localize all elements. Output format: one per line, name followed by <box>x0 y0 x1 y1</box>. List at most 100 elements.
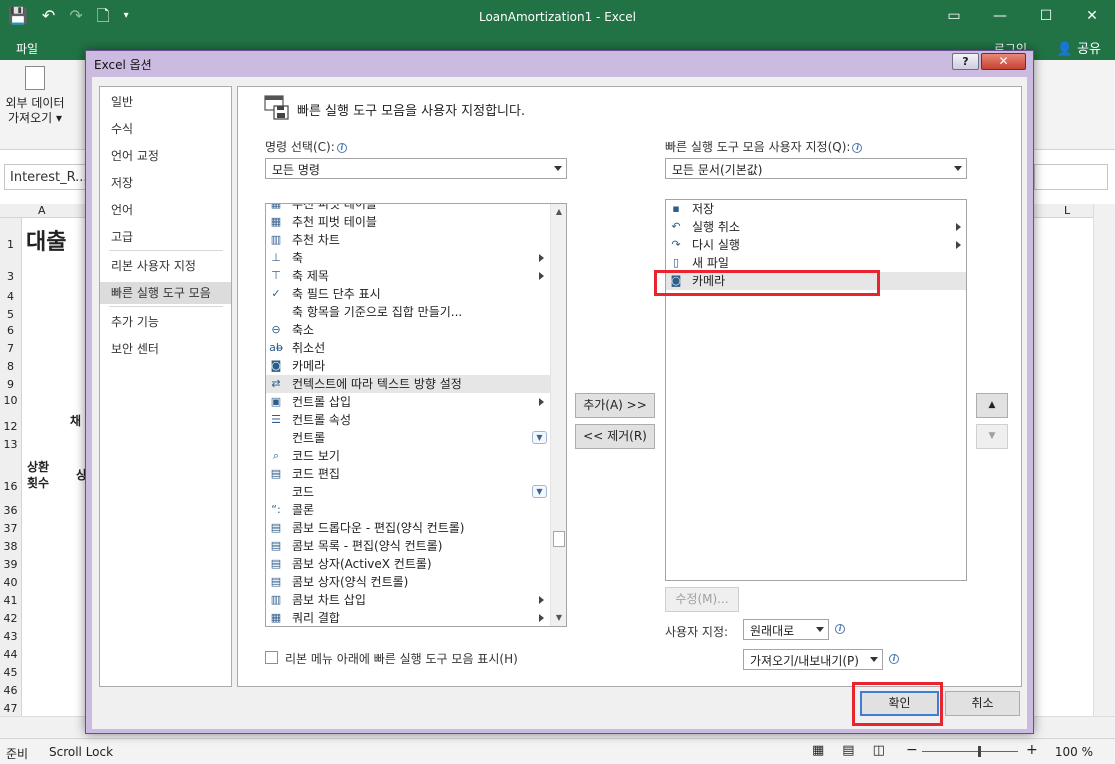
remove-button[interactable]: << 제거(R) <box>575 424 655 449</box>
command-item[interactable]: ☰ 컨트롤 속성 <box>266 411 550 429</box>
command-item[interactable]: ⌕ 코드 보기 <box>266 447 550 465</box>
ok-button[interactable]: 확인 <box>860 691 939 716</box>
zoom-level[interactable]: 100 % <box>1055 745 1093 759</box>
column-header-l[interactable]: L <box>1064 204 1070 217</box>
help-button[interactable]: ? <box>952 53 979 70</box>
cell-row16-b[interactable]: 횟수 <box>27 474 49 491</box>
qat-list[interactable]: ▪ 저장 ↶ 실행 취소 ↷ 다시 실행 ▯ 새 파일 ◙ 카메라 <box>665 199 967 581</box>
row-header[interactable]: 38 <box>0 540 21 553</box>
row-header[interactable]: 7 <box>0 342 21 355</box>
command-item[interactable]: ▥ 콤보 차트 삽입 <box>266 591 550 609</box>
command-item[interactable]: ▤ 콤보 상자(ActiveX 컨트롤) <box>266 555 550 573</box>
row-header[interactable]: 3 <box>0 270 21 283</box>
qat-item[interactable]: ◙ 카메라 <box>666 272 966 290</box>
commands-list-scrollbar[interactable]: ▲ ▼ <box>550 204 566 626</box>
command-item[interactable]: ▣ 컨트롤 삽입 <box>266 393 550 411</box>
formula-bar-right[interactable] <box>1034 164 1108 190</box>
share-button[interactable]: 👤 공유 <box>1057 38 1101 57</box>
tab-file[interactable]: 파일 <box>16 40 38 57</box>
show-below-ribbon-checkbox[interactable] <box>265 651 278 664</box>
get-external-data-button[interactable]: 외부 데이터 가져오기 ▾ <box>2 66 68 126</box>
move-down-button[interactable]: ▼ <box>976 424 1008 449</box>
row-header[interactable]: 8 <box>0 360 21 373</box>
row-header[interactable]: 37 <box>0 522 21 535</box>
row-header[interactable]: 39 <box>0 558 21 571</box>
move-up-button[interactable]: ▲ <box>976 393 1008 418</box>
row-header[interactable]: 13 <box>0 438 21 451</box>
command-item[interactable]: ▦ 추천 피벗 테이블 <box>266 204 550 213</box>
choose-commands-dropdown[interactable]: 모든 명령 <box>265 158 567 179</box>
nav-item[interactable]: 추가 기능 <box>100 311 231 333</box>
command-item[interactable]: ▤ 콤보 상자(양식 컨트롤) <box>266 573 550 591</box>
name-box[interactable]: Interest_R... <box>4 164 88 190</box>
scroll-up-icon[interactable]: ▲ <box>551 204 566 220</box>
modify-button[interactable]: 수정(M)... <box>665 587 739 612</box>
reset-dropdown[interactable]: 원래대로 <box>743 619 829 640</box>
cell-row16-a[interactable]: 상환 <box>27 458 49 475</box>
info-icon[interactable]: i <box>336 143 347 153</box>
row-header[interactable]: 46 <box>0 684 21 697</box>
row-header[interactable]: 45 <box>0 666 21 679</box>
zoom-out-icon[interactable]: − <box>906 742 918 758</box>
row-header[interactable]: 9 <box>0 378 21 391</box>
command-item[interactable]: ▤ 코드 편집 <box>266 465 550 483</box>
qat-item[interactable]: ▯ 새 파일 <box>666 254 966 272</box>
row-header[interactable]: 36 <box>0 504 21 517</box>
info-icon[interactable]: i <box>835 624 845 634</box>
normal-view-icon[interactable]: ▦ <box>812 743 824 758</box>
row-header[interactable]: 10 <box>0 394 21 407</box>
cancel-button[interactable]: 취소 <box>945 691 1020 716</box>
nav-item[interactable]: 일반 <box>100 91 231 113</box>
import-export-dropdown[interactable]: 가져오기/내보내기(P) <box>743 649 883 670</box>
nav-item[interactable]: 저장 <box>100 172 231 194</box>
row-header[interactable]: 43 <box>0 630 21 643</box>
row-header[interactable]: 1 <box>0 238 21 251</box>
zoom-knob[interactable] <box>978 746 981 757</box>
row-header[interactable]: 44 <box>0 648 21 661</box>
command-item[interactable]: ▤ 콤보 드롭다운 - 편집(양식 컨트롤) <box>266 519 550 537</box>
command-item[interactable]: ▤ 콤보 목록 - 편집(양식 컨트롤) <box>266 537 550 555</box>
info-icon[interactable]: i <box>852 143 863 153</box>
row-header[interactable]: 5 <box>0 308 21 321</box>
row-header[interactable]: 42 <box>0 612 21 625</box>
command-item[interactable]: ▦ 추천 피벗 테이블 <box>266 213 550 231</box>
qat-item[interactable]: ↶ 실행 취소 <box>666 218 966 236</box>
nav-item[interactable]: 리본 사용자 지정 <box>100 255 231 277</box>
scroll-thumb[interactable] <box>553 531 565 547</box>
maximize-icon[interactable]: ☐ <box>1023 0 1069 32</box>
nav-item[interactable]: 빠른 실행 도구 모음 <box>100 282 231 304</box>
command-item[interactable]: ✓ 축 필드 단추 표시 <box>266 285 550 303</box>
row-header[interactable]: 41 <box>0 594 21 607</box>
cell-loan-title[interactable]: 대출 <box>26 224 66 256</box>
row-header[interactable]: 40 <box>0 576 21 589</box>
command-item[interactable]: “: 콜론 <box>266 501 550 519</box>
command-item[interactable]: ▦ 쿼리 결합 <box>266 609 550 626</box>
command-item[interactable]: 코드 ▼ <box>266 483 550 501</box>
scroll-down-icon[interactable]: ▼ <box>551 610 566 626</box>
qat-item[interactable]: ▪ 저장 <box>666 200 966 218</box>
nav-item[interactable]: 수식 <box>100 118 231 140</box>
close-window-icon[interactable]: ✕ <box>1069 0 1115 32</box>
nav-item[interactable]: 고급 <box>100 226 231 248</box>
command-item[interactable]: ab̶ 취소선 <box>266 339 550 357</box>
command-item[interactable]: ⊥ 축 <box>266 249 550 267</box>
commands-list[interactable]: ▦쿼리 두 개 추가▦쿼리 결합▥콤보 차트 삽입▤콤보 상자(양식 컨트롤)▤… <box>265 203 567 627</box>
column-header-a[interactable]: A <box>38 204 46 217</box>
page-layout-view-icon[interactable]: ▤ <box>842 743 854 758</box>
row-header[interactable]: 47 <box>0 702 21 715</box>
row-header[interactable]: 6 <box>0 324 21 337</box>
command-item[interactable]: 축 항목을 기준으로 집합 만들기... <box>266 303 550 321</box>
ribbon-display-icon[interactable]: ▭ <box>931 0 977 32</box>
row-header[interactable]: 12 <box>0 420 21 433</box>
page-break-view-icon[interactable]: ◫ <box>873 743 885 758</box>
row-header[interactable]: 16 <box>0 480 21 493</box>
minimize-icon[interactable]: — <box>977 0 1023 32</box>
add-button[interactable]: 추가(A) >> <box>575 393 655 418</box>
qat-item[interactable]: ↷ 다시 실행 <box>666 236 966 254</box>
cell-row12[interactable]: 채 <box>70 412 81 429</box>
zoom-slider[interactable]: − + <box>904 742 1040 758</box>
nav-item[interactable]: 언어 <box>100 199 231 221</box>
command-item[interactable]: ▥ 추천 차트 <box>266 231 550 249</box>
nav-item[interactable]: 언어 교정 <box>100 145 231 167</box>
customize-qat-dropdown[interactable]: 모든 문서(기본값) <box>665 158 967 179</box>
